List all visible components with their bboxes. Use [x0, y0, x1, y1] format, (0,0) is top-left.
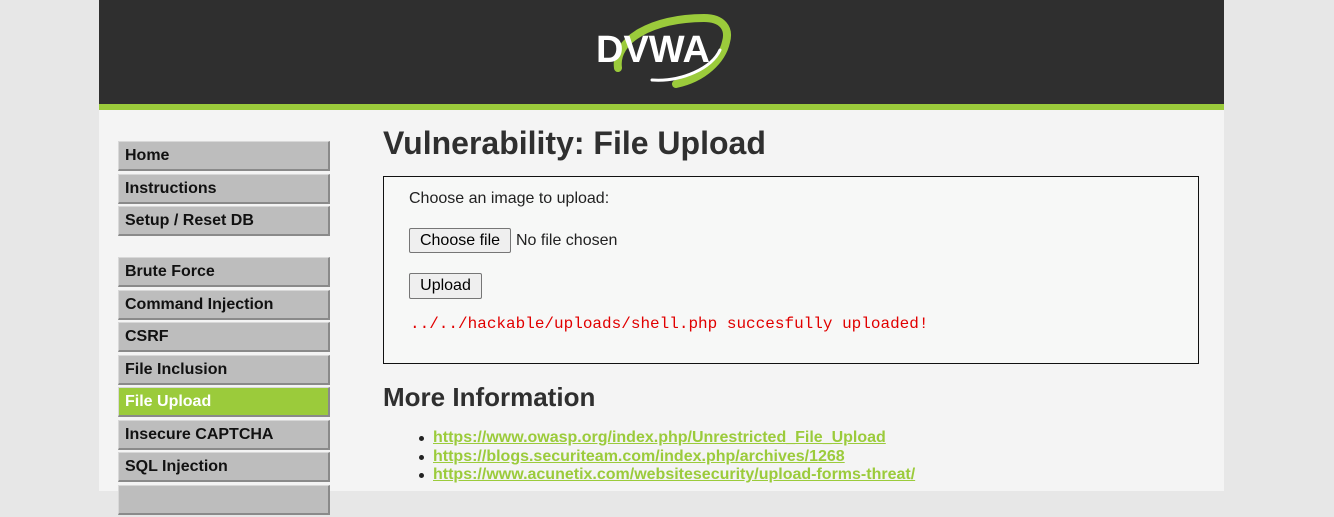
page-container: DVWA Home Instructions Setup / Reset DB … [99, 0, 1224, 515]
list-item: https://www.owasp.org/index.php/Unrestri… [418, 429, 915, 448]
menu-item-brute-force[interactable]: Brute Force [118, 257, 330, 287]
menu-item-next[interactable] [118, 484, 330, 515]
svg-text:DVWA: DVWA [596, 29, 710, 71]
menu-item-insecure-captcha[interactable]: Insecure CAPTCHA [118, 419, 330, 450]
menu-item-home[interactable]: Home [118, 141, 330, 171]
link-securiteam-archives[interactable]: https://blogs.securiteam.com/index.php/a… [433, 448, 845, 465]
menu-item-command-injection[interactable]: Command Injection [118, 289, 330, 320]
upload-result-message: ../../hackable/uploads/shell.php succesf… [410, 315, 929, 333]
more-information-links: https://www.owasp.org/index.php/Unrestri… [418, 429, 915, 485]
menu-group-vulnerabilities: Brute Force Command Injection CSRF File … [118, 257, 330, 515]
menu-group-general: Home Instructions Setup / Reset DB [118, 141, 330, 236]
menu-item-sql-injection[interactable]: SQL Injection [118, 452, 330, 482]
link-owasp-unrestricted-file-upload[interactable]: https://www.owasp.org/index.php/Unrestri… [433, 429, 886, 446]
more-information-heading: More Information [383, 382, 596, 412]
menu-item-instructions[interactable]: Instructions [118, 173, 330, 204]
link-acunetix-upload-forms-threat[interactable]: https://www.acunetix.com/websitesecurity… [433, 466, 915, 483]
list-item: https://blogs.securiteam.com/index.php/a… [418, 448, 915, 467]
upload-prompt: Choose an image to upload: [409, 190, 610, 207]
list-item: https://www.acunetix.com/websitesecurity… [418, 466, 915, 485]
menu-item-file-inclusion[interactable]: File Inclusion [118, 354, 330, 385]
menu-item-file-upload[interactable]: File Upload [118, 387, 330, 417]
file-status-text: No file chosen [516, 232, 618, 249]
upload-button[interactable]: Upload [409, 273, 482, 299]
sidebar-menu: Home Instructions Setup / Reset DB Brute… [118, 141, 330, 517]
header: DVWA [99, 0, 1224, 110]
choose-file-button[interactable]: Choose file [409, 228, 511, 253]
menu-item-csrf[interactable]: CSRF [118, 322, 330, 352]
menu-item-setup-reset-db[interactable]: Setup / Reset DB [118, 206, 330, 236]
upload-form-box: Choose an image to upload: Choose file N… [383, 176, 1199, 364]
dvwa-logo: DVWA [592, 10, 732, 95]
page-title: Vulnerability: File Upload [383, 125, 766, 161]
